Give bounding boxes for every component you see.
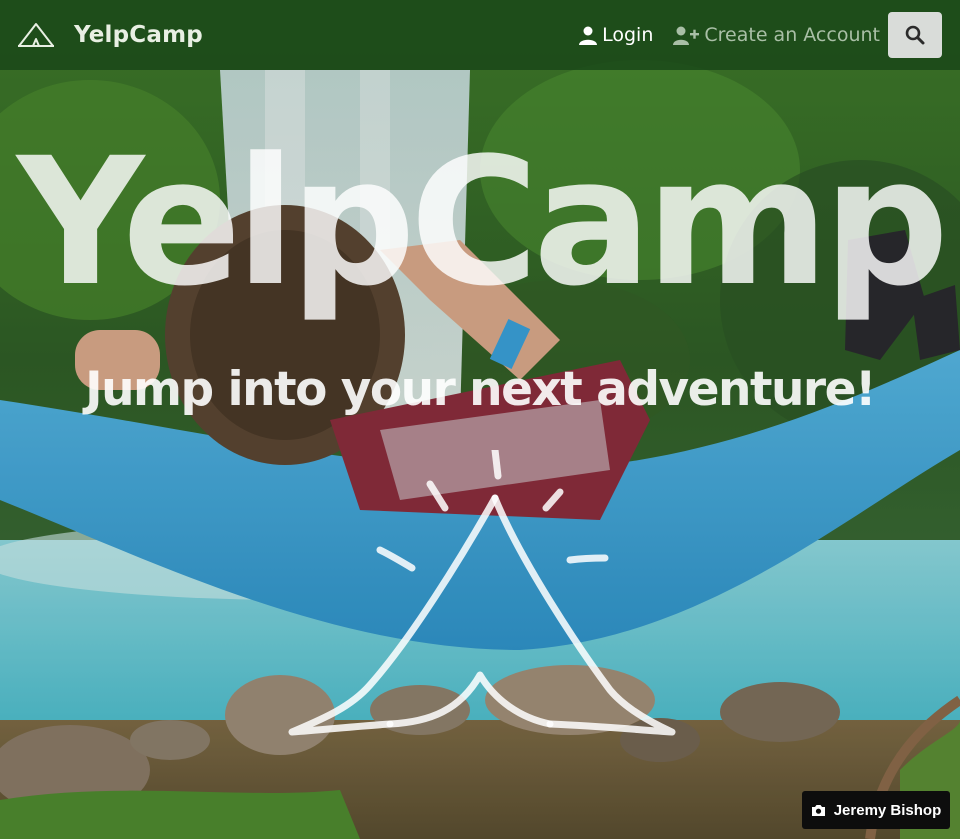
camera-icon	[811, 804, 825, 816]
search-button[interactable]	[888, 12, 942, 58]
create-account-label: Create an Account	[704, 24, 880, 46]
navbar: YelpCamp Login Create an Account	[0, 0, 960, 70]
tent-logo-icon	[288, 450, 676, 736]
user-plus-icon	[673, 26, 700, 45]
photo-credit-button[interactable]: Jeremy Bishop	[802, 791, 950, 829]
nav-links: Login Create an Account	[579, 0, 960, 70]
photo-credit-label: Jeremy Bishop	[833, 801, 942, 819]
tent-logo-icon	[18, 23, 54, 47]
create-account-link[interactable]: Create an Account	[673, 24, 880, 46]
login-link[interactable]: Login	[579, 24, 653, 46]
search-icon	[905, 25, 925, 45]
brand-name: YelpCamp	[74, 22, 203, 48]
login-label: Login	[602, 24, 654, 46]
user-icon	[579, 26, 598, 45]
hero-subtitle: Jump into your next adventure!	[85, 362, 876, 417]
brand-link[interactable]: YelpCamp	[16, 21, 203, 49]
hero-title: YelpCamp	[16, 120, 949, 325]
